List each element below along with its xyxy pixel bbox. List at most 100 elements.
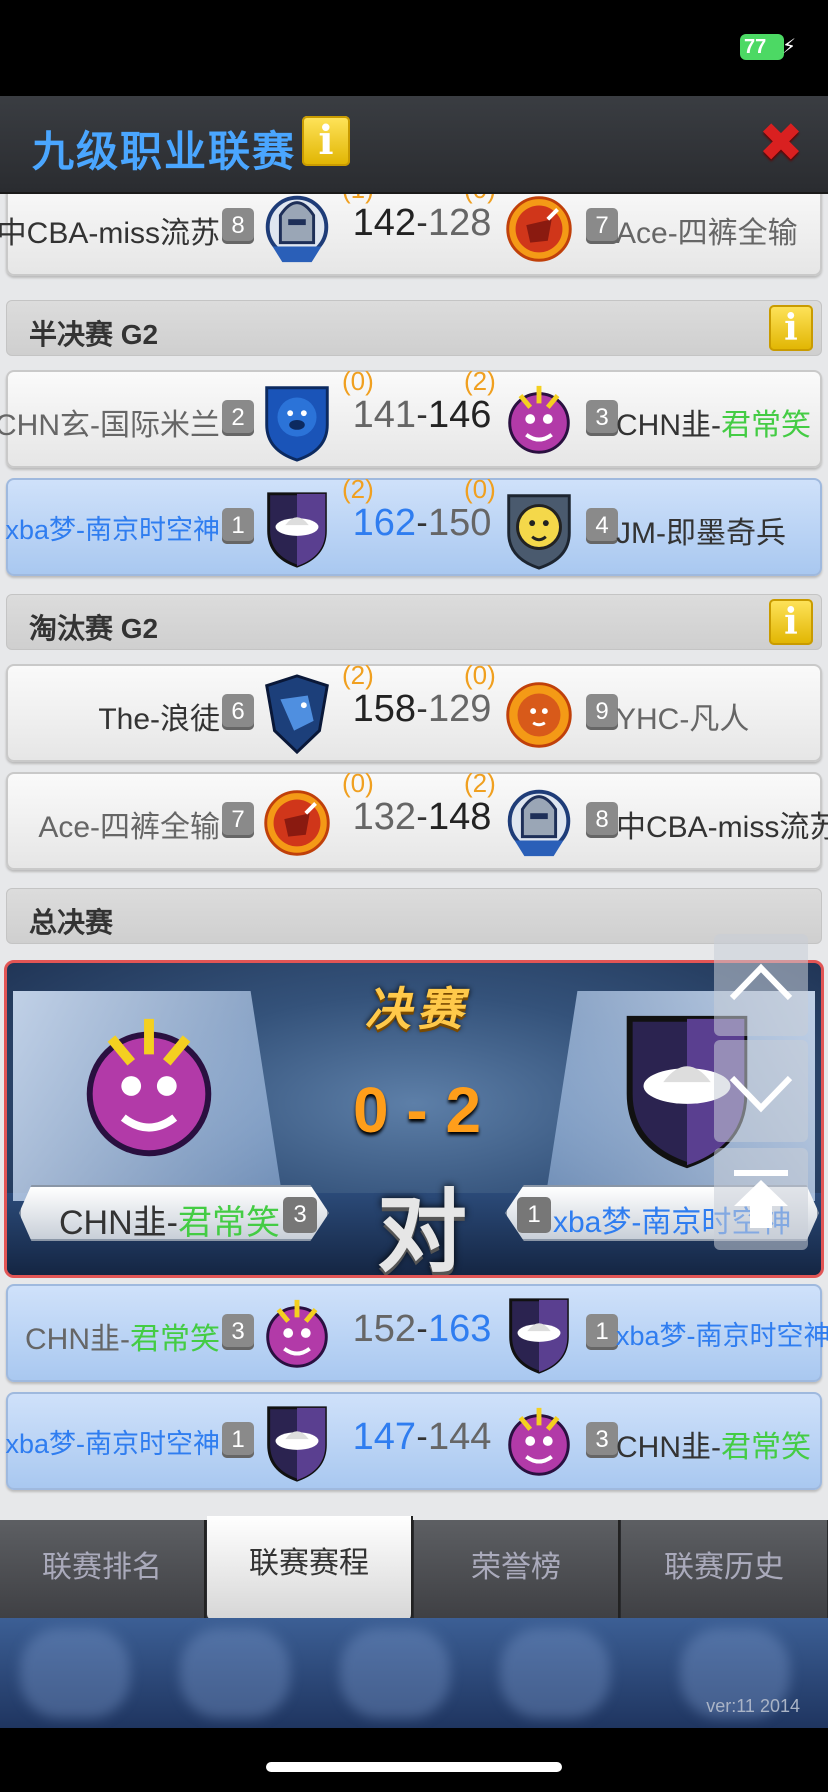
dragon-logo-icon [500, 378, 578, 462]
away-seed-badge: 8 [586, 802, 618, 838]
dragon-logo-icon [69, 1003, 229, 1173]
scroll-to-top-button[interactable] [714, 1148, 808, 1250]
dragon-logo-icon [258, 1292, 336, 1376]
game-footer-bar: ver:11 2014 [0, 1618, 828, 1728]
home-score: 132 [352, 796, 416, 838]
tab-league-schedule[interactable]: 联赛赛程 [207, 1516, 413, 1620]
home-score: 141 [352, 394, 416, 436]
home-score: 142 [352, 202, 416, 244]
away-wins: (2) [464, 366, 496, 396]
section-header-finals: 总决赛 [6, 888, 822, 944]
dragon-logo-icon [500, 1400, 578, 1484]
away-score: 148 [428, 796, 492, 838]
home-team-name: xba梦-南京时空神 [5, 1429, 220, 1459]
wolf-logo-icon [265, 674, 329, 754]
team-name-suffix: 君常笑 [177, 1204, 280, 1242]
knight-logo-icon [265, 195, 329, 265]
home-seed-badge: 1 [222, 508, 254, 544]
section-title: 淘汰赛 G2 [29, 613, 159, 644]
versus-label: 对 [377, 1183, 467, 1278]
finals-banner[interactable]: 决赛 0 - 2 对 CHN韭-君常笑 3 1 xba梦-南京时空神 [4, 960, 824, 1278]
schedule-list[interactable]: 中CBA-miss流苏 8 (1) 142 - 128 (0) 7 Ace-四裤… [0, 194, 828, 1520]
finals-series-score: 0 - 2 [352, 1074, 482, 1146]
section-header-semis: 半决赛 G2 i [6, 300, 822, 356]
away-team-name: Ace-四裤全输 [616, 217, 798, 250]
right-seed-badge: 1 [517, 1197, 551, 1233]
team-name-suffix: 君常笑 [721, 409, 811, 442]
away-wins: (0) [464, 474, 496, 504]
ufo-shield-logo-icon [509, 1298, 569, 1374]
left-team-nameplate: CHN韭-君常笑 3 [19, 1185, 329, 1241]
home-seed-badge: 3 [222, 1314, 254, 1350]
home-score: 158 [352, 688, 416, 730]
away-seed-badge: 9 [586, 694, 618, 730]
match-row[interactable]: xba梦-南京时空神 1 (2) 162 - 150 (0) 4 JM-即墨奇兵 [5, 474, 822, 576]
league-header: 九级职业联赛 i ✖ [0, 96, 828, 194]
team-name-prefix: CHN韭- [25, 1323, 130, 1356]
page-title: 九级职业联赛 [32, 128, 297, 175]
home-team-name: xba梦-南京时空神 [5, 515, 220, 545]
home-team-name: CHN韭-君常笑 [25, 1314, 220, 1358]
home-wins: (2) [342, 660, 374, 690]
home-team-name: The-浪徒 [98, 703, 220, 736]
match-row[interactable]: 中CBA-miss流苏 8 (1) 142 - 128 (0) 7 Ace-四裤… [0, 194, 822, 276]
scroll-up-button[interactable] [714, 934, 808, 1036]
close-icon[interactable]: ✖ [756, 116, 806, 170]
away-team-name: 中CBA-miss流苏 [616, 811, 828, 844]
away-wins: (2) [464, 768, 496, 798]
arrow-to-top-icon [734, 1170, 788, 1228]
ufo-shield-logo-icon [267, 1406, 327, 1482]
chevron-down-icon [729, 1075, 793, 1113]
battery-level: 77 [744, 36, 767, 58]
home-wins: (2) [342, 474, 374, 504]
lion-logo-icon [507, 494, 571, 570]
match-row[interactable]: xba梦-南京时空神 1 147 - 144 3 CHN韭-君常笑 [5, 1392, 822, 1490]
semis-info-icon[interactable]: i [769, 305, 813, 351]
team-name-suffix: 君常笑 [721, 1431, 811, 1464]
section-header-elimination: 淘汰赛 G2 i [6, 594, 822, 650]
section-title: 半决赛 G2 [29, 319, 159, 350]
rhino-logo-icon [263, 789, 331, 857]
battery-indicator: 77 ⚡ [740, 34, 796, 60]
tab-honor-board[interactable]: 荣誉榜 [414, 1520, 620, 1618]
tab-league-ranking[interactable]: 联赛排名 [0, 1520, 206, 1618]
finals-title: 决赛 [365, 983, 469, 1035]
orange-lion-logo-icon [506, 682, 572, 748]
rhino-logo-icon [505, 195, 573, 263]
chevron-up-icon [729, 963, 793, 1001]
tab-league-history[interactable]: 联赛历史 [621, 1520, 827, 1618]
home-seed-badge: 1 [222, 1422, 254, 1458]
away-score: 146 [428, 394, 492, 436]
status-bar: 77 ⚡ [0, 0, 828, 96]
home-indicator[interactable] [266, 1762, 562, 1772]
away-team-name: CHN韭-君常笑 [616, 400, 811, 444]
match-row[interactable]: The-浪徒 6 (2) 158 - 129 (0) 9 YHC-凡人 [6, 660, 822, 762]
away-score: 163 [428, 1308, 492, 1350]
elimination-info-icon[interactable]: i [769, 599, 813, 645]
home-seed-badge: 6 [222, 694, 254, 730]
away-seed-badge: 1 [586, 1314, 618, 1350]
home-seed-badge: 8 [222, 208, 254, 244]
knight-logo-icon [507, 789, 571, 859]
home-team-name: Ace-四裤全输 [38, 811, 220, 844]
home-seed-badge: 2 [222, 400, 254, 436]
scroll-down-button[interactable] [714, 1040, 808, 1142]
match-row[interactable]: CHN韭-君常笑 3 152 - 163 1 xba梦-南京时空神 [6, 1284, 828, 1382]
match-row[interactable]: CHN玄-国际米兰 2 (0) 141 - 146 (2) 3 CHN韭-君常笑 [0, 366, 822, 468]
home-wins: (0) [342, 768, 374, 798]
home-score: 147 [352, 1416, 416, 1458]
home-team-name: CHN玄-国际米兰 [0, 409, 220, 442]
match-row[interactable]: Ace-四裤全输 7 (0) 132 - 148 (2) 8 中CBA-miss… [6, 768, 828, 870]
section-title: 总决赛 [29, 907, 114, 938]
team-name-prefix: CHN韭- [616, 409, 721, 442]
home-seed-badge: 7 [222, 802, 254, 838]
bottom-tab-bar: 联赛排名 联赛赛程 荣誉榜 联赛历史 [0, 1516, 828, 1620]
away-score: 128 [428, 202, 492, 244]
away-team-name: xba梦-南京时空神 [616, 1321, 828, 1351]
away-wins: (0) [464, 660, 496, 690]
league-info-icon[interactable]: i [302, 116, 350, 166]
away-seed-badge: 7 [586, 208, 618, 244]
team-name-prefix: CHN韭- [59, 1204, 178, 1242]
charging-bolt-icon: ⚡ [781, 36, 796, 58]
away-team-name: CHN韭-君常笑 [616, 1422, 811, 1466]
